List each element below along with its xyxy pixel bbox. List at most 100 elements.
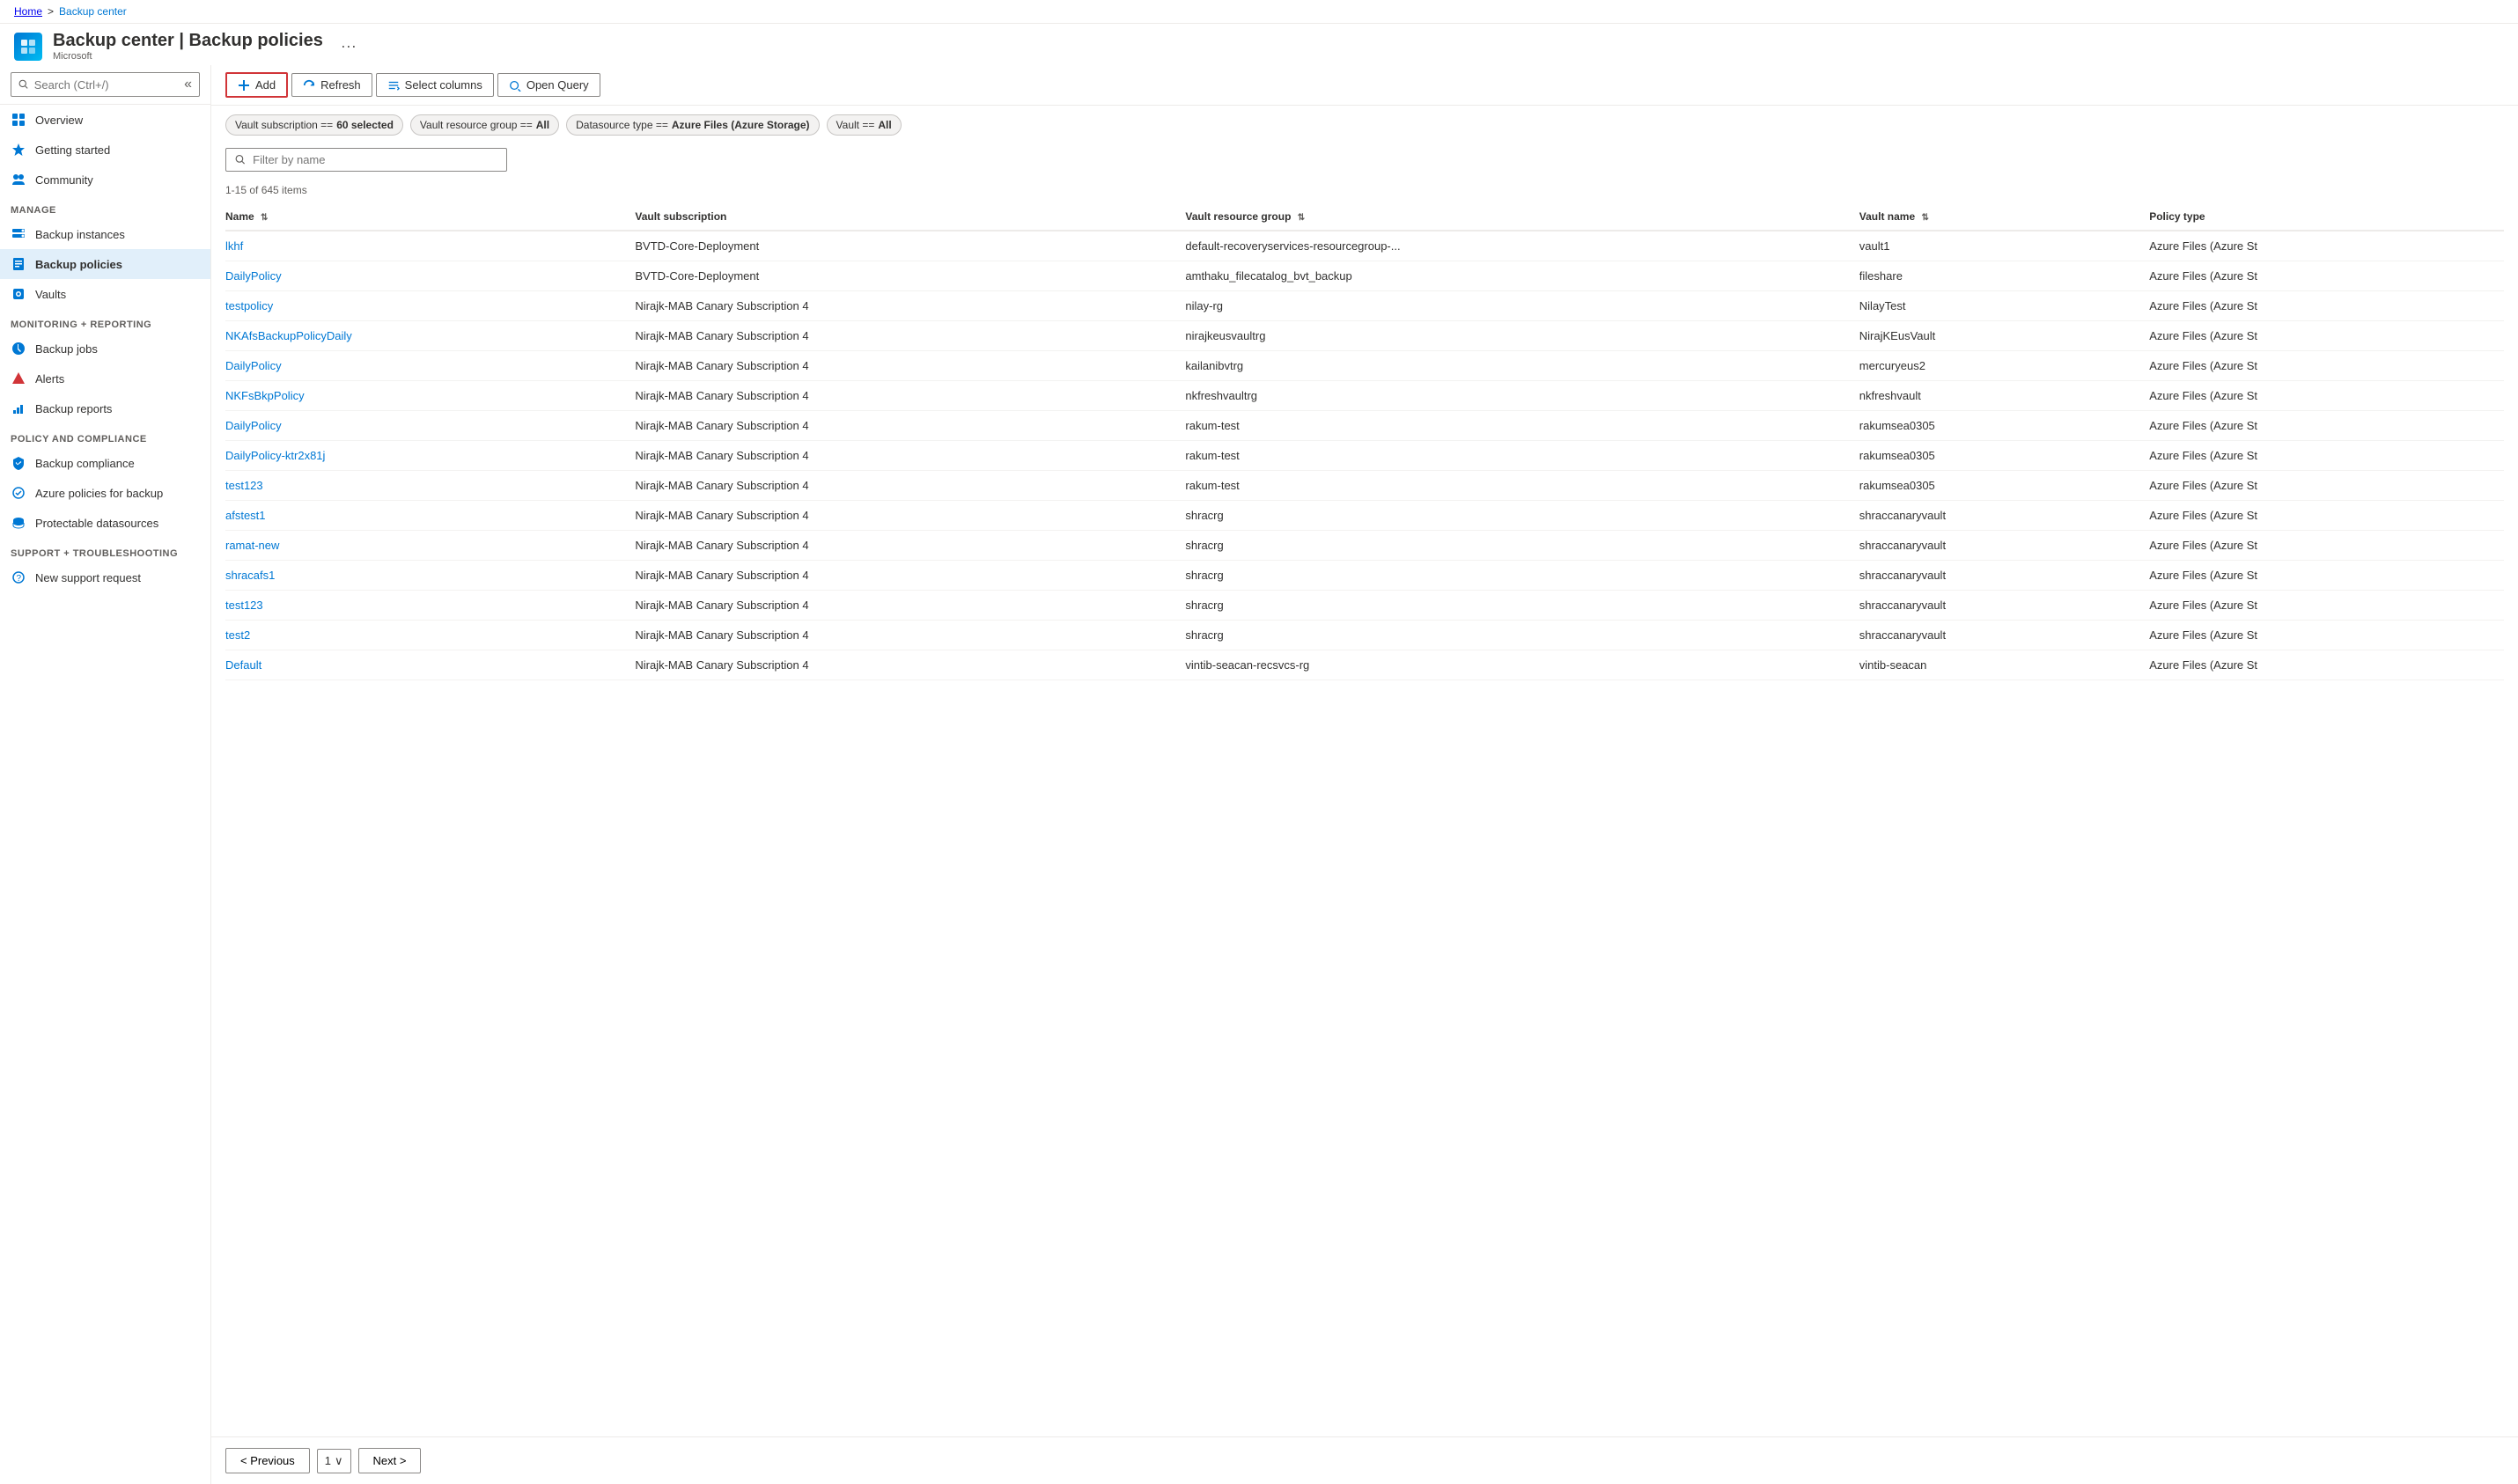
- col-vault-resource-group[interactable]: Vault resource group ⇅: [1185, 203, 1859, 231]
- backup-reports-icon: [11, 400, 26, 416]
- filter-vault-resource-group-value: All: [536, 119, 549, 131]
- page-titles: Backup center | Backup policies Microsof…: [53, 31, 323, 62]
- sidebar-item-overview[interactable]: Overview: [0, 105, 210, 135]
- refresh-button[interactable]: Refresh: [291, 73, 372, 97]
- backup-instances-icon: [11, 226, 26, 242]
- page-number: 1: [325, 1454, 331, 1467]
- add-button[interactable]: Add: [225, 72, 288, 98]
- filter-input-box[interactable]: [225, 148, 507, 172]
- filter-vault-subscription[interactable]: Vault subscription == 60 selected: [225, 114, 403, 136]
- next-button[interactable]: Next >: [358, 1448, 422, 1473]
- table-row: lkhf BVTD-Core-Deployment default-recove…: [225, 231, 2504, 261]
- select-columns-button[interactable]: Select columns: [376, 73, 494, 97]
- sidebar-item-new-support[interactable]: ? New support request: [0, 562, 210, 592]
- cell-policy-type: Azure Files (Azure St: [2149, 650, 2504, 680]
- protectable-datasources-label: Protectable datasources: [35, 517, 158, 530]
- sidebar-item-azure-policies[interactable]: Azure policies for backup: [0, 478, 210, 508]
- cell-name[interactable]: NKFsBkpPolicy: [225, 381, 635, 411]
- cell-name[interactable]: test123: [225, 591, 635, 621]
- refresh-icon: [303, 79, 315, 92]
- cell-policy-type: Azure Files (Azure St: [2149, 321, 2504, 351]
- filter-vault-resource-group[interactable]: Vault resource group == All: [410, 114, 559, 136]
- previous-button[interactable]: < Previous: [225, 1448, 310, 1473]
- col-policy-type[interactable]: Policy type: [2149, 203, 2504, 231]
- cell-vault-name: rakumsea0305: [1859, 441, 2149, 471]
- open-query-button[interactable]: Open Query: [497, 73, 600, 97]
- filter-vault-value: All: [878, 119, 891, 131]
- sidebar-item-alerts[interactable]: Alerts: [0, 364, 210, 393]
- cell-vault-name: rakumsea0305: [1859, 471, 2149, 501]
- cell-vault-name: vault1: [1859, 231, 2149, 261]
- sidebar-search-input[interactable]: [34, 78, 179, 92]
- vaults-icon: [11, 286, 26, 302]
- sidebar-item-vaults[interactable]: Vaults: [0, 279, 210, 309]
- cell-policy-type: Azure Files (Azure St: [2149, 471, 2504, 501]
- cell-vault-resource-group: vintib-seacan-recsvcs-rg: [1185, 650, 1859, 680]
- filter-vault[interactable]: Vault == All: [827, 114, 902, 136]
- cell-vault-name: NirajKEusVault: [1859, 321, 2149, 351]
- pagination: < Previous 1 ∨ Next >: [211, 1436, 2518, 1484]
- sidebar-item-backup-reports[interactable]: Backup reports: [0, 393, 210, 423]
- cell-name[interactable]: Default: [225, 650, 635, 680]
- cell-vault-resource-group: kailanibvtrg: [1185, 351, 1859, 381]
- breadcrumb-current[interactable]: Backup center: [59, 5, 127, 18]
- open-query-icon: [509, 79, 521, 92]
- cell-vault-name: fileshare: [1859, 261, 2149, 291]
- backup-jobs-icon: [11, 341, 26, 356]
- header-more-options[interactable]: ···: [341, 37, 357, 55]
- cell-name[interactable]: ramat-new: [225, 531, 635, 561]
- page-dropdown-icon[interactable]: ∨: [335, 1454, 343, 1468]
- item-count: 1-15 of 645 items: [225, 179, 2504, 203]
- cell-name[interactable]: test2: [225, 621, 635, 650]
- sidebar-item-backup-instances[interactable]: Backup instances: [0, 219, 210, 249]
- cell-vault-subscription: Nirajk-MAB Canary Subscription 4: [635, 411, 1185, 441]
- filter-input-row: [211, 144, 2518, 179]
- sidebar-item-community[interactable]: Community: [0, 165, 210, 195]
- cell-vault-subscription: Nirajk-MAB Canary Subscription 4: [635, 381, 1185, 411]
- backup-compliance-label: Backup compliance: [35, 457, 135, 470]
- sidebar-item-backup-jobs[interactable]: Backup jobs: [0, 334, 210, 364]
- cell-policy-type: Azure Files (Azure St: [2149, 381, 2504, 411]
- cell-vault-subscription: BVTD-Core-Deployment: [635, 231, 1185, 261]
- sidebar-item-getting-started[interactable]: Getting started: [0, 135, 210, 165]
- content-area: Add Refresh Select columns Open Query Va…: [211, 65, 2518, 1484]
- breadcrumb: Home > Backup center: [0, 0, 2518, 24]
- filter-datasource-type[interactable]: Datasource type == Azure Files (Azure St…: [566, 114, 819, 136]
- table-row: DailyPolicy Nirajk-MAB Canary Subscripti…: [225, 351, 2504, 381]
- sort-vn-icon: ⇅: [1921, 213, 1928, 223]
- alerts-label: Alerts: [35, 372, 64, 386]
- cell-name[interactable]: DailyPolicy: [225, 261, 635, 291]
- cell-name[interactable]: testpolicy: [225, 291, 635, 321]
- filter-datasource-type-text: Datasource type ==: [576, 119, 668, 131]
- cell-vault-resource-group: default-recoveryservices-resourcegroup-.…: [1185, 231, 1859, 261]
- protectable-datasources-icon: [11, 515, 26, 531]
- cell-name[interactable]: afstest1: [225, 501, 635, 531]
- col-vault-subscription[interactable]: Vault subscription: [635, 203, 1185, 231]
- search-icon: [18, 78, 29, 91]
- breadcrumb-home[interactable]: Home: [14, 5, 42, 18]
- cell-vault-resource-group: shracrg: [1185, 501, 1859, 531]
- sidebar-item-protectable-datasources[interactable]: Protectable datasources: [0, 508, 210, 538]
- sidebar-search-box[interactable]: «: [11, 72, 200, 97]
- page-select[interactable]: 1 ∨: [317, 1449, 351, 1473]
- cell-name[interactable]: NKAfsBackupPolicyDaily: [225, 321, 635, 351]
- cell-name[interactable]: DailyPolicy: [225, 411, 635, 441]
- cell-name[interactable]: DailyPolicy-ktr2x81j: [225, 441, 635, 471]
- filter-name-input[interactable]: [253, 153, 497, 166]
- sidebar-collapse-btn[interactable]: «: [184, 77, 192, 92]
- cell-name[interactable]: lkhf: [225, 231, 635, 261]
- cell-vault-subscription: Nirajk-MAB Canary Subscription 4: [635, 471, 1185, 501]
- cell-name[interactable]: shracafs1: [225, 561, 635, 591]
- sidebar-item-backup-compliance[interactable]: Backup compliance: [0, 448, 210, 478]
- col-vault-name[interactable]: Vault name ⇅: [1859, 203, 2149, 231]
- cell-vault-name: rakumsea0305: [1859, 411, 2149, 441]
- filter-datasource-type-value: Azure Files (Azure Storage): [672, 119, 810, 131]
- cell-vault-name: mercuryeus2: [1859, 351, 2149, 381]
- cell-name[interactable]: test123: [225, 471, 635, 501]
- filters-row: Vault subscription == 60 selected Vault …: [211, 106, 2518, 144]
- policies-table: Name ⇅ Vault subscription Vault resource…: [225, 203, 2504, 680]
- cell-name[interactable]: DailyPolicy: [225, 351, 635, 381]
- cell-vault-resource-group: shracrg: [1185, 531, 1859, 561]
- col-name[interactable]: Name ⇅: [225, 203, 635, 231]
- sidebar-item-backup-policies[interactable]: Backup policies: [0, 249, 210, 279]
